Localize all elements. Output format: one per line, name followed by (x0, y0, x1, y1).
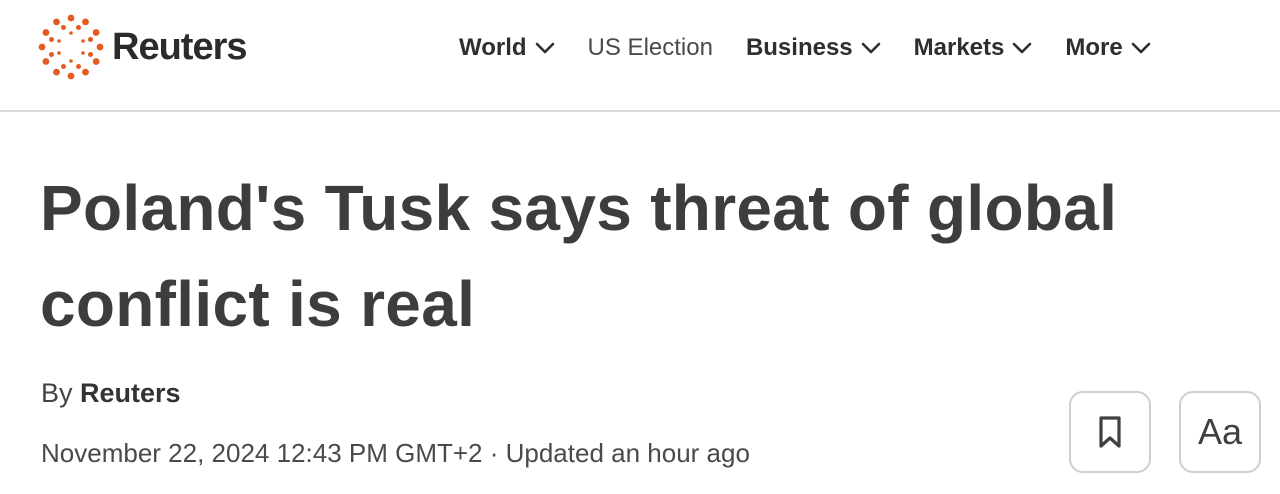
nav-item-world[interactable]: World (459, 34, 555, 62)
nav-item-label: Business (745, 34, 853, 61)
nav-item-label: More (1065, 34, 1123, 61)
chevron-down-icon (535, 42, 554, 54)
reuters-logo[interactable]: Reuters (38, 14, 247, 80)
byline-prefix: By (41, 378, 73, 408)
main-nav: World US Election Business Markets More (459, 28, 1184, 68)
bookmark-button[interactable] (1069, 391, 1151, 473)
nav-item-label: World (459, 34, 527, 61)
nav-item-label: US Election (587, 34, 713, 61)
chevron-down-icon (1131, 42, 1151, 54)
nav-item-business[interactable]: Business (746, 34, 881, 62)
byline: By Reuters (41, 378, 181, 409)
nav-item-more[interactable]: More (1065, 34, 1151, 62)
nav-item-label: Markets (913, 34, 1005, 61)
article-dateline: November 22, 2024 12:43 PM GMT+2 · Updat… (41, 438, 750, 468)
author-link[interactable]: Reuters (80, 378, 181, 408)
font-size-button[interactable]: Aa (1179, 391, 1261, 473)
nav-item-us-election[interactable]: US Election (588, 34, 713, 62)
logo-wordmark: Reuters (112, 25, 247, 68)
reuters-dot-ring-icon (38, 14, 104, 80)
article-headline: Poland's Tusk says threat of global conf… (40, 172, 1118, 340)
site-header: Reuters World US Election Business Marke… (0, 0, 1280, 112)
font-size-label: Aa (1197, 411, 1243, 452)
nav-item-markets[interactable]: Markets (914, 34, 1033, 62)
chevron-down-icon (861, 42, 880, 54)
chevron-down-icon (1013, 42, 1032, 54)
bookmark-icon (1099, 416, 1121, 448)
